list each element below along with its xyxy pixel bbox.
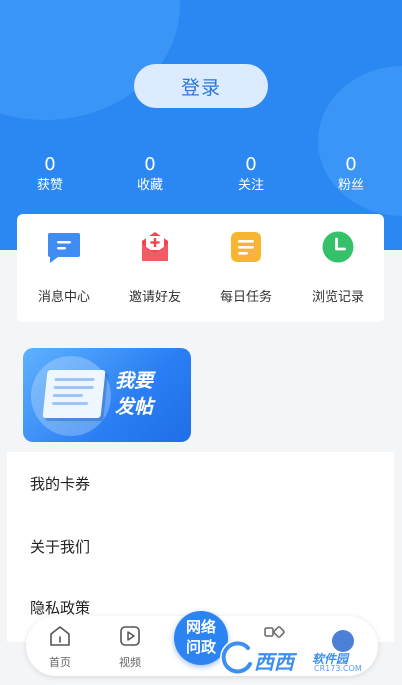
daily-tasks-button[interactable]: 每日任务 (206, 230, 286, 305)
tab-label: 首页 (49, 656, 71, 669)
message-center-button[interactable]: 消息中心 (24, 230, 104, 305)
stat-label: 收藏 (136, 178, 163, 193)
profile-header: 登录 (0, 0, 402, 250)
browsing-history-button[interactable]: 浏览记录 (298, 230, 378, 305)
quick-action-label: 每日任务 (219, 290, 272, 305)
watermark-domain: CR173.COM (314, 664, 362, 673)
banner-text: 我要 发帖 (115, 370, 154, 418)
video-icon (120, 626, 140, 646)
invite-friends-button[interactable]: 邀请好友 (115, 230, 195, 305)
stat-value: 0 (144, 154, 156, 175)
login-button[interactable]: 登录 (134, 64, 268, 108)
quick-action-label: 邀请好友 (128, 290, 181, 305)
menu-item-coupons[interactable]: 我的卡券 (30, 473, 90, 494)
tab-home[interactable]: 首页 (38, 624, 82, 670)
stat-likes[interactable]: 0 获赞 (20, 154, 80, 196)
menu-item-about-us[interactable]: 关于我们 (30, 536, 90, 557)
watermark-logo-icon (220, 639, 254, 675)
invite-icon (138, 230, 172, 264)
stats-row: 0 获赞 0 收藏 0 关注 0 粉丝 (0, 154, 402, 198)
quick-action-label: 浏览记录 (311, 290, 364, 305)
stat-value: 0 (44, 154, 56, 175)
task-icon (229, 230, 263, 264)
tab-video[interactable]: 视频 (108, 624, 152, 670)
stat-followers[interactable]: 0 粉丝 (321, 154, 381, 196)
tab-label: 视频 (119, 656, 141, 669)
site-watermark: 西西 软件园 CR173.COM (218, 638, 388, 678)
create-post-banner[interactable]: 我要 发帖 (23, 348, 191, 442)
stat-following[interactable]: 0 关注 (221, 154, 281, 196)
quick-actions-card: 消息中心 邀请好友 每日任务 浏览记录 (17, 214, 384, 322)
stat-label: 粉丝 (337, 178, 364, 193)
stat-value: 0 (345, 154, 357, 175)
stat-label: 获赞 (36, 178, 63, 193)
quick-action-label: 消息中心 (37, 290, 90, 305)
clock-icon (321, 230, 355, 264)
stat-favorites[interactable]: 0 收藏 (120, 154, 180, 196)
menu-item-privacy-policy[interactable]: 隐私政策 (30, 597, 90, 618)
message-icon (47, 230, 81, 264)
document-icon (42, 370, 106, 418)
home-icon (50, 626, 70, 646)
watermark-brand: 西西 (254, 650, 294, 674)
stat-label: 关注 (237, 178, 264, 193)
stat-value: 0 (245, 154, 257, 175)
